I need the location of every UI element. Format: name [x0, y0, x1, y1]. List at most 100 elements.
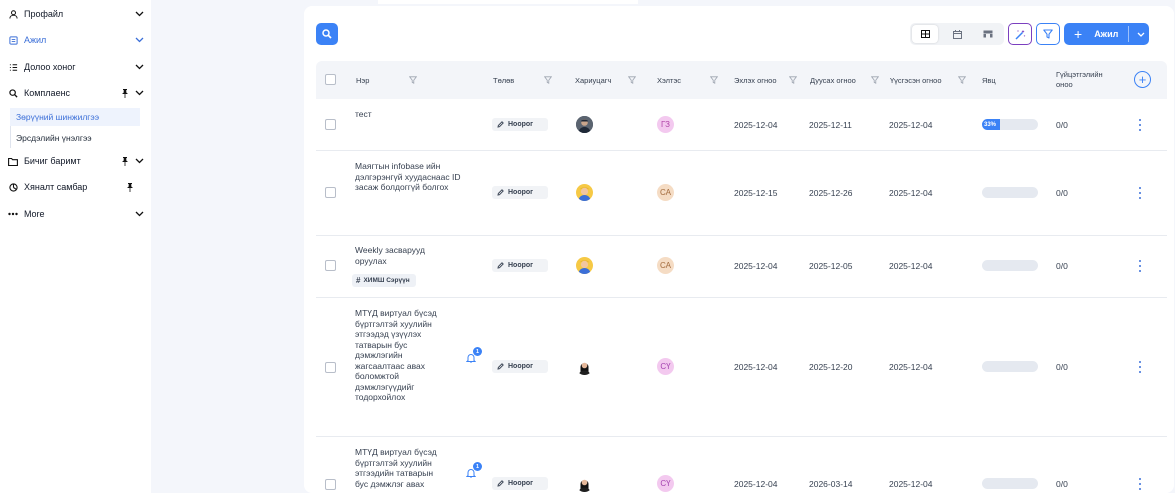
- department-badge[interactable]: СА: [657, 184, 674, 201]
- table-view-button[interactable]: [912, 25, 938, 43]
- avatar[interactable]: [576, 184, 593, 201]
- column-header-name[interactable]: Нэр: [356, 61, 369, 99]
- checklist-icon: [8, 62, 18, 72]
- row-checkbox[interactable]: [325, 119, 336, 130]
- avatar[interactable]: [576, 475, 593, 492]
- filter-icon[interactable]: [710, 61, 718, 99]
- column-header-department[interactable]: Хэлтэс: [657, 61, 681, 99]
- board-view-button[interactable]: [975, 25, 1001, 43]
- filter-icon: [1043, 29, 1053, 39]
- task-name[interactable]: тест: [355, 109, 473, 120]
- add-task-button[interactable]: + Ажил: [1064, 23, 1149, 45]
- progress-bar: [982, 187, 1038, 198]
- status-badge[interactable]: Ноорог: [492, 186, 548, 199]
- row-menu-icon[interactable]: [1136, 478, 1144, 490]
- project-tag[interactable]: # ХИМШ Сэрүүн: [352, 274, 416, 287]
- table-row[interactable]: МТҮД виртуал бүсэд бүртгэлтэй хуулийн эт…: [316, 437, 1167, 493]
- sidebar-item-label: Ажил: [24, 35, 47, 45]
- task-name[interactable]: МТҮД виртуал бүсэд бүртгэлтэй хуулийн эт…: [355, 308, 443, 403]
- sidebar-subitem-risk-assessment[interactable]: Эрсдэлийн үнэлгээ: [10, 129, 140, 147]
- row-checkbox[interactable]: [325, 260, 336, 271]
- department-badge[interactable]: ГЗ: [657, 116, 674, 133]
- row-menu-icon[interactable]: [1136, 187, 1144, 199]
- row-checkbox[interactable]: [325, 362, 336, 373]
- table-row[interactable]: МТҮД виртуал бүсэд бүртгэлтэй хуулийн эт…: [316, 298, 1167, 437]
- sidebar-item-tasks[interactable]: Ажил: [8, 30, 144, 50]
- column-header-score[interactable]: Гүйцэтгэлийн оноо: [1056, 61, 1120, 99]
- chevron-down-icon[interactable]: [134, 64, 144, 70]
- board-view-icon: [983, 30, 993, 38]
- avatar[interactable]: [576, 358, 593, 375]
- header-label: Хэлтэс: [657, 75, 682, 85]
- chevron-down-icon[interactable]: [134, 158, 144, 164]
- filter-icon[interactable]: [958, 61, 966, 99]
- progress-bar: [982, 361, 1038, 372]
- column-header-start-date[interactable]: Эхлэх огноо: [734, 61, 776, 99]
- filter-icon[interactable]: [409, 61, 417, 99]
- created-date: 2025-12-04: [889, 188, 933, 198]
- start-date: 2025-12-04: [734, 362, 778, 372]
- status-badge[interactable]: Ноорог: [492, 360, 548, 373]
- end-date: 2025-12-26: [809, 188, 853, 198]
- department-badge[interactable]: СҮ: [657, 475, 674, 492]
- task-name[interactable]: Weekly засварууд оруулах: [355, 245, 450, 266]
- hash-icon: #: [356, 276, 361, 285]
- task-table-card: + Ажил Нэр Төлөв Хариуцагч Хэлтэс Эхлэх …: [304, 6, 1174, 493]
- sidebar-subitem-gap-analysis[interactable]: Зөрүүний шинжилгээ: [10, 108, 140, 126]
- task-name[interactable]: Маягтын infobase ийн дэлгэрэнгүй хуудасн…: [355, 161, 473, 193]
- table-row[interactable]: Маягтын infobase ийн дэлгэрэнгүй хуудасн…: [316, 151, 1167, 236]
- table-row[interactable]: Weekly засварууд оруулах # ХИМШ Сэрүүн Но…: [316, 236, 1167, 298]
- filter-button[interactable]: [1036, 23, 1060, 45]
- chevron-down-icon[interactable]: [134, 37, 144, 43]
- calendar-view-button[interactable]: [944, 25, 970, 43]
- column-header-assignee[interactable]: Хариуцагч: [575, 61, 611, 99]
- ai-magic-button[interactable]: [1008, 23, 1032, 45]
- filter-icon[interactable]: [871, 61, 879, 99]
- filter-icon[interactable]: [628, 61, 636, 99]
- bell-icon[interactable]: 1: [465, 347, 482, 364]
- row-checkbox[interactable]: [325, 479, 336, 490]
- pin-icon[interactable]: [125, 182, 135, 192]
- sidebar-item-profile[interactable]: Профайл: [8, 4, 144, 24]
- chevron-down-icon[interactable]: [134, 211, 144, 217]
- bell-icon[interactable]: 1: [465, 462, 482, 479]
- avatar[interactable]: [576, 116, 593, 133]
- department-badge[interactable]: СҮ: [657, 358, 674, 375]
- sidebar-item-more[interactable]: More: [8, 204, 144, 224]
- status-badge[interactable]: Ноорог: [492, 118, 548, 131]
- created-date: 2025-12-04: [889, 479, 933, 489]
- score: 0/0: [1056, 362, 1068, 372]
- column-header-end-date[interactable]: Дуусах огноо: [810, 61, 856, 99]
- sidebar-item-week[interactable]: Долоо хоног: [8, 57, 144, 77]
- pin-icon[interactable]: [120, 88, 130, 98]
- pencil-icon: [497, 121, 504, 128]
- select-all-checkbox[interactable]: [325, 74, 336, 85]
- row-menu-icon[interactable]: [1136, 361, 1144, 373]
- search-icon: [8, 88, 18, 98]
- sidebar-item-compliance[interactable]: Комплаенс: [8, 83, 144, 103]
- chevron-down-icon[interactable]: [1132, 23, 1149, 45]
- task-name[interactable]: МТҮД виртуал бүсэд бүртгэлтэй хуулийн эт…: [355, 447, 443, 489]
- column-header-status[interactable]: Төлөв: [493, 61, 514, 99]
- status-badge[interactable]: Ноорог: [492, 477, 548, 490]
- status-badge[interactable]: Ноорог: [492, 259, 548, 272]
- column-header-created-date[interactable]: Үүсгэсэн огноо: [890, 61, 942, 99]
- avatar[interactable]: [576, 257, 593, 274]
- sidebar-item-dashboard[interactable]: Хяналт самбар: [8, 177, 144, 197]
- filter-icon[interactable]: [544, 61, 552, 99]
- search-button[interactable]: [316, 23, 338, 45]
- sidebar-item-documents[interactable]: Бичиг баримт: [8, 151, 144, 171]
- tag-label: ХИМШ Сэрүүн: [363, 277, 410, 284]
- chevron-down-icon[interactable]: [134, 11, 144, 17]
- table-row[interactable]: тест Ноорог ГЗ 2025-12-04 2025-12-11 202…: [316, 99, 1167, 151]
- row-menu-icon[interactable]: [1136, 119, 1144, 131]
- row-menu-icon[interactable]: [1136, 260, 1144, 272]
- column-header-progress[interactable]: Явц: [982, 61, 996, 99]
- row-checkbox[interactable]: [325, 187, 336, 198]
- add-column-button[interactable]: +: [1134, 71, 1151, 88]
- pin-icon[interactable]: [120, 156, 130, 166]
- department-badge[interactable]: СА: [657, 257, 674, 274]
- chevron-down-icon[interactable]: [134, 90, 144, 96]
- sidebar-item-label: Долоо хоног: [24, 62, 76, 72]
- filter-icon[interactable]: [789, 61, 797, 99]
